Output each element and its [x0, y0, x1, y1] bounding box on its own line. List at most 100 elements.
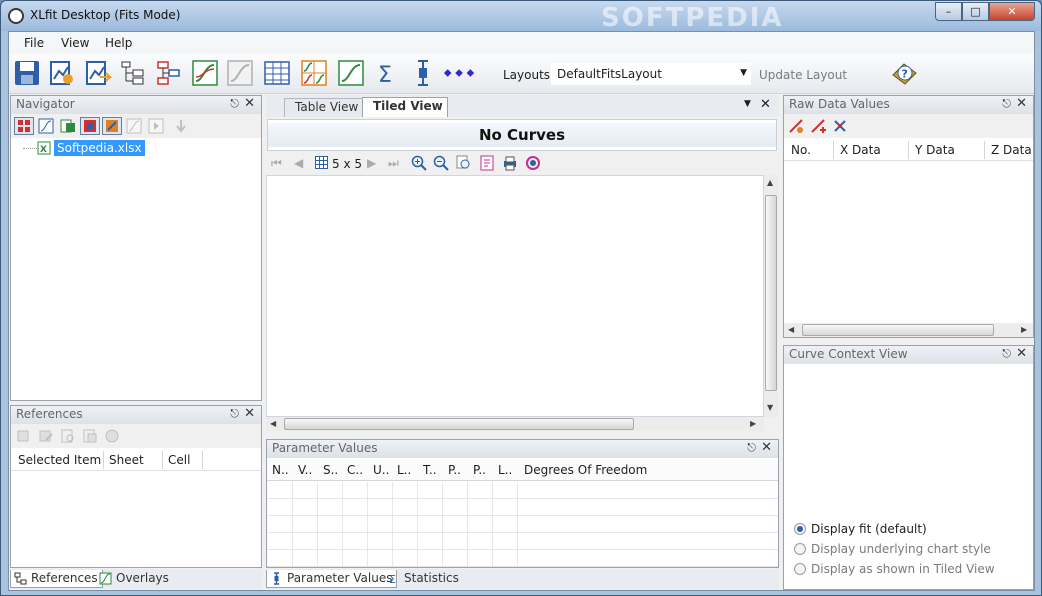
fit-curve-icon[interactable]: [190, 58, 220, 88]
tab-statistics[interactable]: Σ Statistics: [384, 570, 463, 588]
pin-icon[interactable]: ⎋: [230, 97, 239, 111]
delete-point-icon[interactable]: [830, 117, 850, 135]
update-layout-button[interactable]: Update Layout: [759, 68, 847, 82]
chart-view-icon[interactable]: [80, 117, 100, 135]
radio-button[interactable]: [794, 523, 806, 535]
disabled-play-icon[interactable]: [146, 117, 166, 135]
sheet-view-icon[interactable]: [58, 117, 78, 135]
print-icon[interactable]: [502, 155, 518, 174]
scroll-thumb[interactable]: [765, 195, 777, 391]
multi-curve-icon[interactable]: [299, 58, 329, 88]
column-header[interactable]: Y Data: [915, 143, 955, 157]
disabled-curve-icon[interactable]: [124, 117, 144, 135]
tree-item-file[interactable]: Softpedia.xlsx: [54, 140, 145, 156]
close-icon[interactable]: ✕: [1016, 96, 1027, 111]
scroll-left-icon[interactable]: ◀: [788, 325, 794, 334]
zoom-in-icon[interactable]: [411, 155, 427, 174]
menu-file[interactable]: File: [24, 36, 44, 50]
column-header[interactable]: T..: [423, 463, 437, 477]
tab-table-view[interactable]: Table View: [284, 98, 364, 117]
data-points-icon[interactable]: [442, 58, 478, 88]
radio-button[interactable]: [794, 563, 806, 575]
insert-point-icon[interactable]: [808, 117, 828, 135]
tab-parameter-values[interactable]: Parameter Values: [266, 570, 398, 588]
tree-view-icon[interactable]: [118, 58, 148, 88]
find-reference-icon[interactable]: [58, 427, 78, 445]
grid-view-icon[interactable]: [14, 117, 34, 135]
refresh-curve-icon[interactable]: [225, 58, 255, 88]
close-icon[interactable]: ✕: [1016, 346, 1027, 361]
column-header[interactable]: L..: [498, 463, 512, 477]
column-header[interactable]: Selected Item: [18, 453, 101, 467]
scroll-left-icon[interactable]: ◀: [270, 419, 276, 428]
chevron-down-icon[interactable]: ▼: [744, 99, 751, 109]
next-page-icon[interactable]: ▶: [367, 156, 376, 170]
column-header[interactable]: Sheet: [109, 453, 144, 467]
pin-icon[interactable]: ⎋: [1002, 347, 1011, 361]
overlay-view-icon[interactable]: [102, 117, 122, 135]
radio-button[interactable]: [794, 543, 806, 555]
open-file-icon[interactable]: [47, 58, 77, 88]
tab-tiled-view[interactable]: Tiled View: [362, 97, 448, 117]
close-icon[interactable]: ✕: [760, 97, 771, 112]
scroll-thumb[interactable]: [284, 418, 634, 430]
minimize-button[interactable]: –: [935, 2, 962, 21]
page-view-icon[interactable]: [479, 155, 495, 174]
scroll-right-icon[interactable]: ▶: [1021, 325, 1027, 334]
column-header[interactable]: P..: [448, 463, 461, 477]
column-header[interactable]: L..: [397, 463, 411, 477]
pin-icon[interactable]: ⎋: [230, 407, 239, 421]
pin-icon[interactable]: ⎋: [747, 441, 756, 455]
edit-reference-icon[interactable]: [36, 427, 56, 445]
maximize-button[interactable]: □: [962, 2, 989, 21]
close-icon[interactable]: ✕: [244, 406, 255, 421]
table-grid-icon[interactable]: [262, 58, 292, 88]
globe-icon[interactable]: [102, 427, 122, 445]
column-header[interactable]: V..: [298, 463, 312, 477]
column-header[interactable]: Z Data: [991, 143, 1032, 157]
save-icon[interactable]: [12, 58, 42, 88]
scroll-up-icon[interactable]: ▲: [767, 178, 773, 187]
arrow-down-icon[interactable]: [171, 117, 191, 135]
add-reference-icon[interactable]: [14, 427, 34, 445]
hierarchy-icon[interactable]: [154, 58, 184, 88]
last-page-icon[interactable]: ⏭: [388, 156, 399, 171]
grid-size-label[interactable]: 5 x 5: [332, 157, 362, 171]
tiled-canvas[interactable]: [266, 175, 764, 417]
tab-references[interactable]: References: [10, 570, 103, 588]
column-header[interactable]: N..: [272, 463, 289, 477]
horizontal-scrollbar[interactable]: ◀ ▶: [266, 417, 764, 431]
scroll-down-icon[interactable]: ▼: [767, 403, 773, 412]
previous-page-icon[interactable]: ◀: [294, 156, 303, 170]
close-window-button[interactable]: ✕: [989, 2, 1035, 21]
layouts-dropdown[interactable]: DefaultFitsLayout ▼: [551, 63, 751, 85]
help-icon[interactable]: ?: [889, 58, 919, 88]
column-header[interactable]: C..: [347, 463, 363, 477]
menu-help[interactable]: Help: [105, 36, 132, 50]
sigmoid-icon[interactable]: [336, 58, 366, 88]
column-header[interactable]: X Data: [840, 143, 881, 157]
first-page-icon[interactable]: ⏮: [271, 156, 282, 171]
pin-icon[interactable]: ⎋: [1002, 97, 1011, 111]
table-grid-icon[interactable]: [315, 156, 328, 172]
column-header[interactable]: U..: [373, 463, 389, 477]
column-header[interactable]: No.: [791, 143, 811, 157]
curve-view-icon[interactable]: [36, 117, 56, 135]
title-bar[interactable]: XLfit Desktop (Fits Mode) SOFTPEDIA – □ …: [1, 1, 1041, 33]
scroll-thumb[interactable]: [802, 324, 994, 336]
column-header[interactable]: Cell: [168, 453, 190, 467]
vertical-scrollbar[interactable]: ▲ ▼: [764, 175, 778, 417]
column-header[interactable]: Degrees Of Freedom: [524, 463, 647, 477]
add-point-icon[interactable]: [786, 117, 806, 135]
error-bar-icon[interactable]: [408, 58, 438, 88]
close-icon[interactable]: ✕: [244, 96, 255, 111]
export-icon[interactable]: [83, 58, 113, 88]
close-icon[interactable]: ✕: [761, 440, 772, 455]
column-header[interactable]: S..: [323, 463, 338, 477]
menu-view[interactable]: View: [61, 36, 89, 50]
column-header[interactable]: P..: [473, 463, 486, 477]
zoom-out-icon[interactable]: [433, 155, 449, 174]
refresh-icon[interactable]: [525, 155, 541, 174]
horizontal-scrollbar[interactable]: ◀ ▶: [784, 323, 1033, 337]
tab-overlays[interactable]: Overlays: [96, 570, 173, 588]
